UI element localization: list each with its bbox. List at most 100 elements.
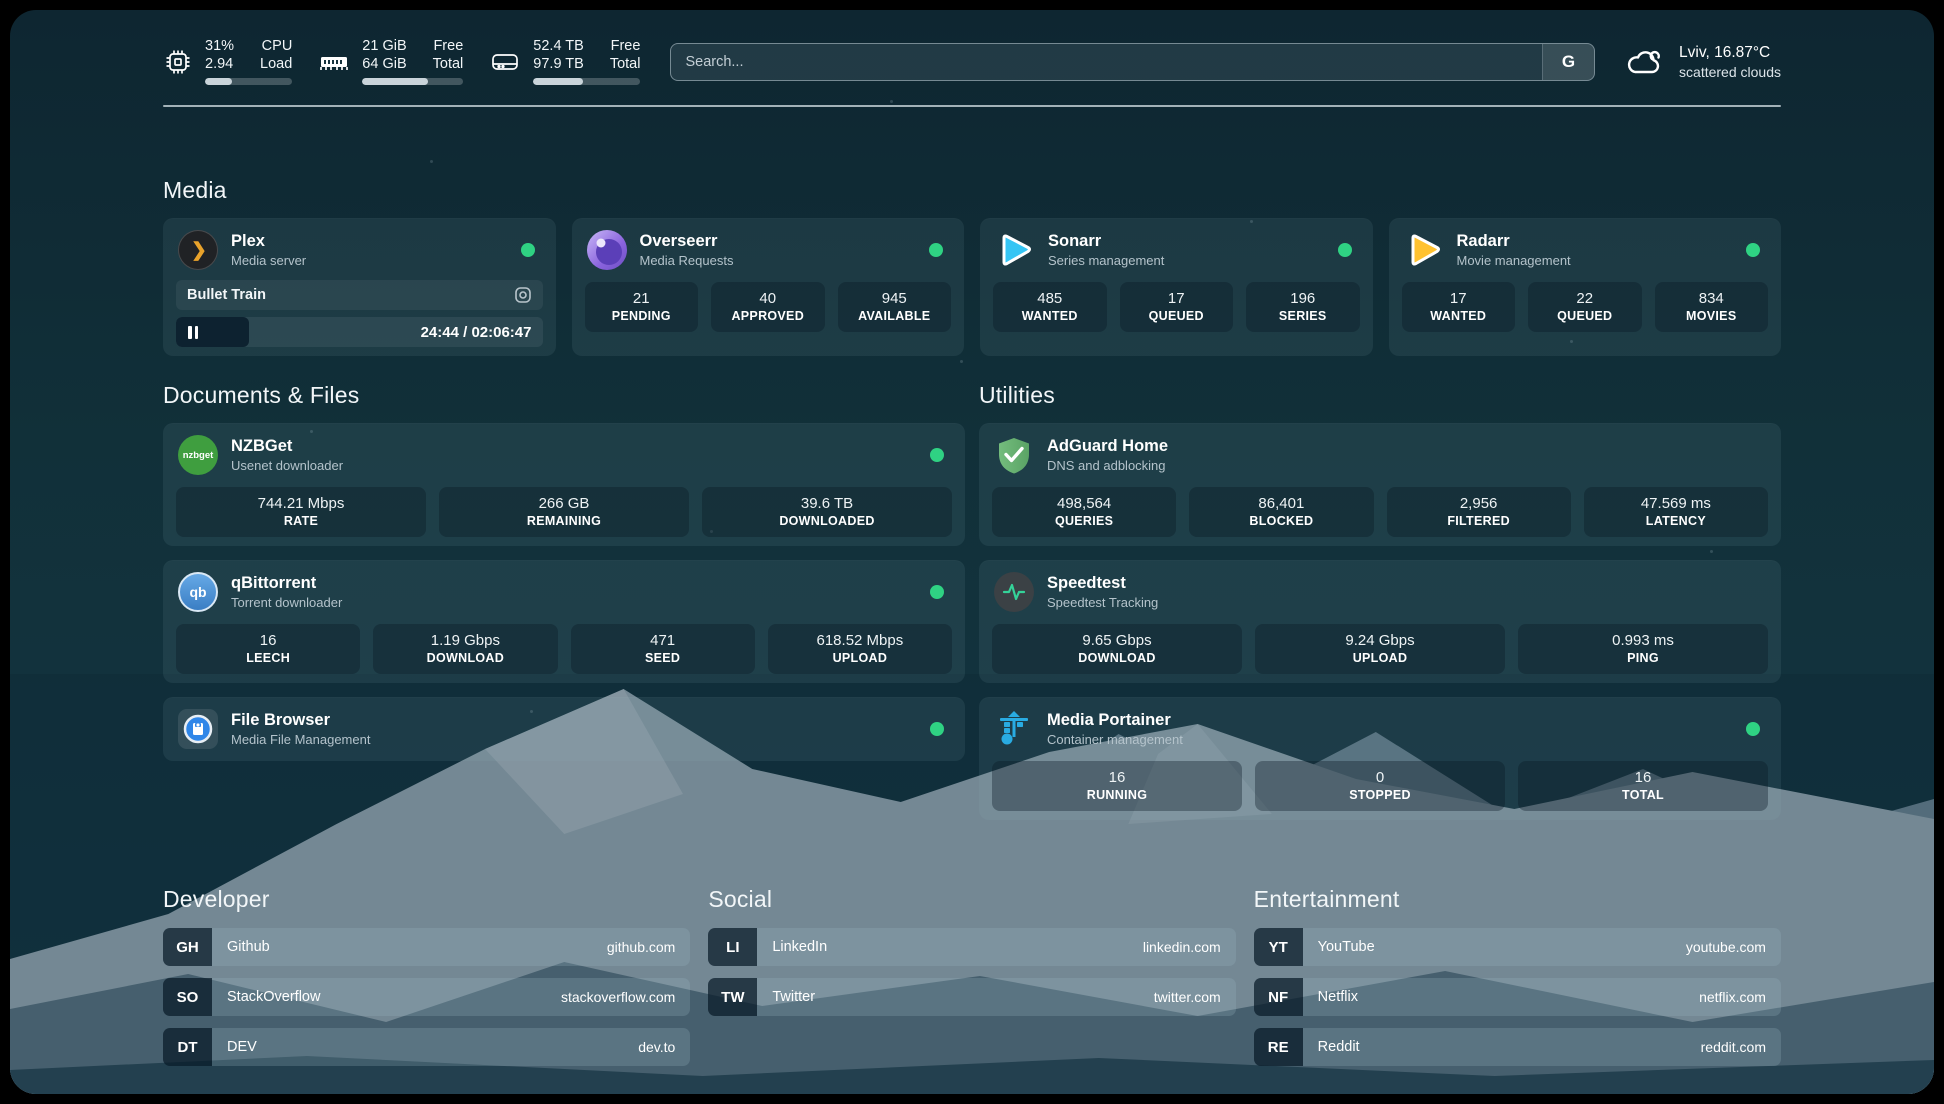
- sonarr-card[interactable]: Sonarr Series management 485WANTED 17QUE…: [980, 218, 1373, 356]
- section-title-developer: Developer: [163, 886, 690, 913]
- link-name: LinkedIn: [772, 939, 827, 955]
- qbittorrent-icon: qb: [178, 572, 218, 612]
- app-name: File Browser: [231, 711, 370, 730]
- app-description: Media server: [231, 253, 306, 268]
- link-twitter[interactable]: TW Twittertwitter.com: [708, 978, 1235, 1016]
- link-netflix[interactable]: NF Netflixnetflix.com: [1254, 978, 1781, 1016]
- ram-free: 21 GiB: [362, 38, 406, 55]
- overseerr-card[interactable]: Overseerr Media Requests 21PENDING 40APP…: [572, 218, 965, 356]
- disk-free: 52.4 TB: [533, 38, 584, 55]
- weather-condition: scattered clouds: [1679, 64, 1781, 80]
- stat-wanted: 17WANTED: [1402, 282, 1516, 332]
- app-description: Usenet downloader: [231, 458, 343, 473]
- status-dot: [1746, 722, 1760, 736]
- stat-rate: 744.21 MbpsRATE: [176, 487, 426, 537]
- link-abbr: NF: [1254, 978, 1303, 1016]
- link-url: youtube.com: [1686, 939, 1766, 955]
- app-name: AdGuard Home: [1047, 437, 1168, 456]
- app-description: Series management: [1048, 253, 1164, 268]
- disk-metric: 52.4 TB97.9 TB FreeTotal: [489, 38, 640, 85]
- stat-ping: 0.993 msPING: [1518, 624, 1768, 674]
- nzbget-card[interactable]: nzbget NZBGet Usenet downloader 744.21 M…: [163, 423, 965, 546]
- section-title-media: Media: [163, 177, 1781, 204]
- adguard-card[interactable]: AdGuard Home DNS and adblocking 498,564Q…: [979, 423, 1781, 546]
- entertainment-section: Entertainment YT YouTube youtube.com NF N…: [1254, 886, 1781, 1066]
- app-name: Overseerr: [640, 232, 734, 251]
- portainer-card[interactable]: Media Portainer Container management 16R…: [979, 697, 1781, 820]
- link-name: YouTube: [1318, 939, 1375, 955]
- stat-filtered: 2,956FILTERED: [1387, 487, 1571, 537]
- app-name: qBittorrent: [231, 574, 342, 593]
- link-url: dev.to: [638, 1039, 675, 1055]
- search-input[interactable]: [670, 43, 1595, 81]
- link-dev[interactable]: DT DEV dev.to: [163, 1028, 690, 1066]
- stat-leech: 16LEECH: [176, 624, 360, 674]
- app-name: Sonarr: [1048, 232, 1164, 251]
- link-url: twitter.com: [1154, 989, 1221, 1005]
- social-section: Social LI LinkedInlinkedin.com TW Twitte…: [708, 886, 1235, 1066]
- stat-download: 1.19 GbpsDOWNLOAD: [373, 624, 557, 674]
- nzbget-icon: nzbget: [178, 435, 218, 475]
- section-title-utilities: Utilities: [979, 382, 1781, 409]
- cloud-icon: [1625, 46, 1665, 78]
- radarr-icon: [1404, 230, 1444, 270]
- stat-blocked: 86,401BLOCKED: [1189, 487, 1373, 537]
- app-description: DNS and adblocking: [1047, 458, 1168, 473]
- disk-total: 97.9 TB: [533, 56, 584, 73]
- dashboard-screen: 31%2.94 CPULoad 21 GiB6: [10, 10, 1934, 1094]
- ram-metric: 21 GiB64 GiB FreeTotal: [318, 38, 463, 85]
- app-description: Media Requests: [640, 253, 734, 268]
- weather-location-temp: Lviv, 16.87°C: [1679, 44, 1781, 62]
- app-description: Container management: [1047, 732, 1183, 747]
- link-url: stackoverflow.com: [561, 989, 675, 1005]
- filebrowser-card[interactable]: File Browser Media File Management: [163, 697, 965, 761]
- header: 31%2.94 CPULoad 21 GiB6: [163, 38, 1781, 85]
- link-url: github.com: [607, 939, 675, 955]
- playback-time: 24:44 / 02:06:47: [421, 324, 543, 341]
- now-playing-row[interactable]: Bullet Train: [176, 280, 543, 310]
- app-name: NZBGet: [231, 437, 343, 456]
- cpu-progressbar: [205, 78, 292, 85]
- link-name: DEV: [227, 1039, 257, 1055]
- section-title-documents: Documents & Files: [163, 382, 965, 409]
- ram-progressbar: [362, 78, 463, 85]
- link-linkedin[interactable]: LI LinkedInlinkedin.com: [708, 928, 1235, 966]
- system-metrics: 31%2.94 CPULoad 21 GiB6: [163, 38, 640, 85]
- link-url: linkedin.com: [1143, 939, 1221, 955]
- cpu-usage: 31%: [205, 38, 234, 55]
- stat-approved: 40APPROVED: [711, 282, 825, 332]
- link-youtube[interactable]: YT YouTube youtube.com: [1254, 928, 1781, 966]
- link-name: Reddit: [1318, 1039, 1360, 1055]
- status-dot: [930, 585, 944, 599]
- link-stackoverflow[interactable]: SO StackOverflow stackoverflow.com: [163, 978, 690, 1016]
- app-description: Media File Management: [231, 732, 370, 747]
- weather-widget[interactable]: Lviv, 16.87°C scattered clouds: [1625, 44, 1781, 80]
- link-name: Github: [227, 939, 270, 955]
- stat-series: 196SERIES: [1246, 282, 1360, 332]
- portainer-icon: [994, 709, 1034, 749]
- plex-card[interactable]: ❯ Plex Media server Bullet Train: [163, 218, 556, 356]
- disk-progressbar: [533, 78, 640, 85]
- link-github[interactable]: GH Githubgithub.com: [163, 928, 690, 966]
- speedtest-card[interactable]: Speedtest Speedtest Tracking 9.65 GbpsDO…: [979, 560, 1781, 683]
- stat-stopped: 0STOPPED: [1255, 761, 1505, 811]
- link-name: Twitter: [772, 989, 815, 1005]
- status-dot: [1338, 243, 1352, 257]
- section-title-entertainment: Entertainment: [1254, 886, 1781, 913]
- qbittorrent-card[interactable]: qb qBittorrent Torrent downloader 16LEEC…: [163, 560, 965, 683]
- stat-pending: 21PENDING: [585, 282, 699, 332]
- search-engine-button[interactable]: G: [1542, 44, 1594, 80]
- link-abbr: DT: [163, 1028, 212, 1066]
- ram-icon: [318, 47, 350, 77]
- playback-progress[interactable]: 24:44 / 02:06:47: [176, 317, 543, 347]
- link-abbr: YT: [1254, 928, 1303, 966]
- app-description: Speedtest Tracking: [1047, 595, 1158, 610]
- link-name: StackOverflow: [227, 989, 320, 1005]
- app-name: Media Portainer: [1047, 711, 1183, 730]
- link-abbr: SO: [163, 978, 212, 1016]
- stat-latency: 47.569 msLATENCY: [1584, 487, 1768, 537]
- radarr-card[interactable]: Radarr Movie management 17WANTED 22QUEUE…: [1389, 218, 1782, 356]
- header-divider: [163, 105, 1781, 107]
- speedtest-icon: [994, 572, 1034, 612]
- link-reddit[interactable]: RE Redditreddit.com: [1254, 1028, 1781, 1066]
